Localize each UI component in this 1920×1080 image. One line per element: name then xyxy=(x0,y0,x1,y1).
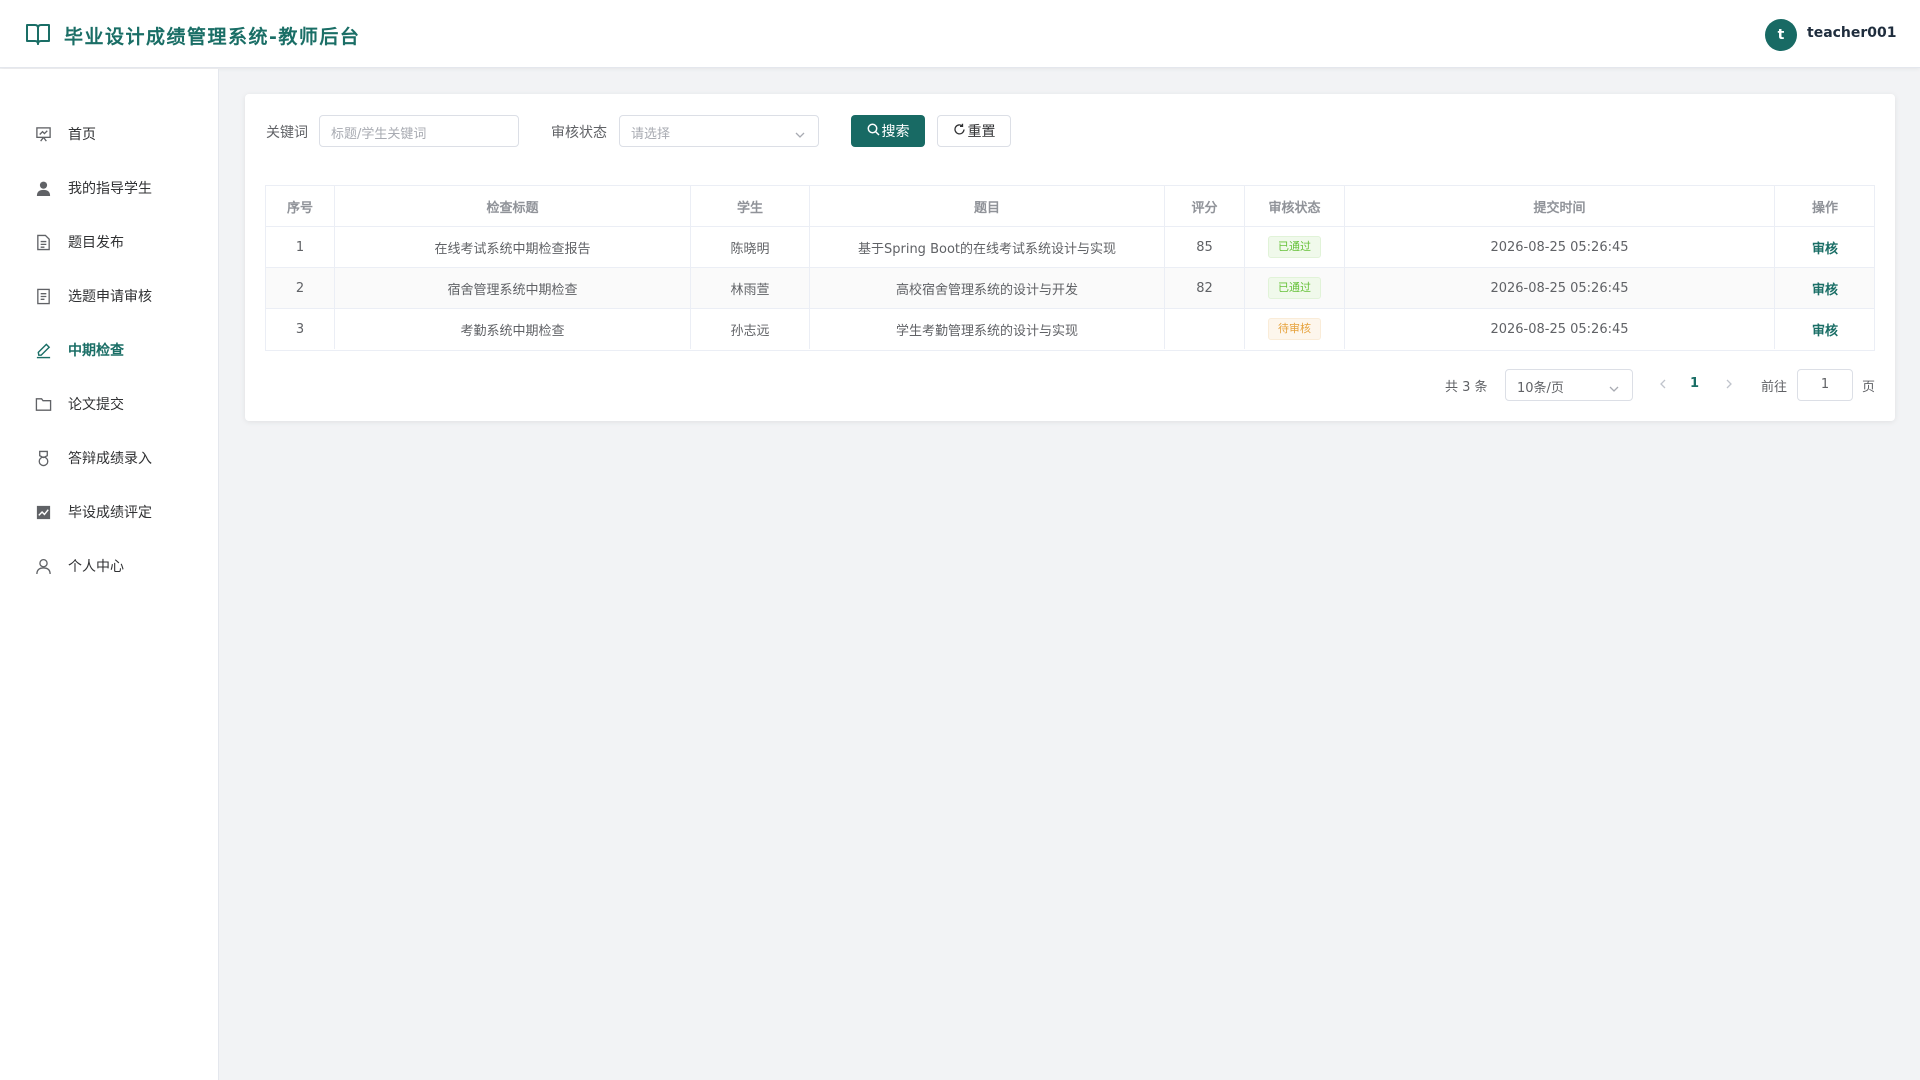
sidebar-item-label: 答辩成绩录入 xyxy=(68,451,152,467)
sidebar-item-midterm-check[interactable]: 中期检查 xyxy=(0,329,218,369)
keyword-input[interactable]: 标题/学生关键词 xyxy=(319,115,519,147)
sidebar-item-final-grade[interactable]: 毕设成绩评定 xyxy=(0,491,218,531)
cell-student: 陈晓明 xyxy=(691,227,810,267)
goto-label: 前往 xyxy=(1761,380,1788,395)
sidebar-item-label: 首页 xyxy=(68,127,96,143)
app-title: 毕业设计成绩管理系统-教师后台 xyxy=(64,26,361,48)
sidebar-item-label: 毕设成绩评定 xyxy=(68,505,152,521)
reset-button[interactable]: 重置 xyxy=(937,115,1011,147)
cell-time: 2026-08-25 05:26:45 xyxy=(1345,268,1775,308)
column-header: 检查标题 xyxy=(335,186,691,226)
trend-chart-icon xyxy=(34,503,52,521)
page-size-value: 10条/页 xyxy=(1517,381,1564,396)
user-filled-icon xyxy=(34,179,52,197)
cell-status: 已通过 xyxy=(1245,268,1345,308)
sidebar-item-label: 我的指导学生 xyxy=(68,181,152,197)
page-suffix: 页 xyxy=(1862,380,1876,395)
sidebar-item-defense-score[interactable]: 答辩成绩录入 xyxy=(0,437,218,477)
cell-action: 审核 xyxy=(1775,309,1875,349)
page-number-current[interactable]: 1 xyxy=(1690,376,1699,391)
sidebar-item-home[interactable]: 首页 xyxy=(0,113,218,153)
medal-icon xyxy=(34,449,52,467)
cell-index: 3 xyxy=(266,309,335,349)
keyword-placeholder: 标题/学生关键词 xyxy=(331,127,427,142)
cell-time: 2026-08-25 05:26:45 xyxy=(1345,227,1775,267)
cell-time: 2026-08-25 05:26:45 xyxy=(1345,309,1775,349)
sidebar-item-label: 中期检查 xyxy=(68,343,124,359)
top-header: 毕业设计成绩管理系统-教师后台 t teacher001 xyxy=(0,0,1920,68)
presentation-board-icon xyxy=(34,125,52,143)
column-header: 学生 xyxy=(691,186,810,226)
search-button[interactable]: 搜索 xyxy=(851,115,925,147)
sidebar-item-label: 题目发布 xyxy=(68,235,124,251)
cell-index: 2 xyxy=(266,268,335,308)
pagination-total: 共 3 条 xyxy=(1445,380,1488,395)
status-select[interactable]: 请选择 xyxy=(619,115,819,147)
cell-score: 85 xyxy=(1165,227,1245,267)
cell-index: 1 xyxy=(266,227,335,267)
cell-action: 审核 xyxy=(1775,227,1875,267)
column-header: 审核状态 xyxy=(1245,186,1345,226)
search-button-label: 搜索 xyxy=(881,124,910,140)
next-page-icon[interactable] xyxy=(1722,376,1736,392)
review-link[interactable]: 审核 xyxy=(1812,279,1838,298)
column-header: 题目 xyxy=(810,186,1165,226)
cell-status: 待审核 xyxy=(1245,309,1345,349)
column-header: 序号 xyxy=(266,186,335,226)
status-badge: 待审核 xyxy=(1268,318,1321,340)
sidebar-item-label: 选题申请审核 xyxy=(68,289,152,305)
cell-topic: 高校宿舍管理系统的设计与开发 xyxy=(810,268,1165,308)
sidebar-item-my-students[interactable]: 我的指导学生 xyxy=(0,167,218,207)
search-icon xyxy=(867,123,880,140)
pen-edit-icon xyxy=(34,341,52,359)
cell-title: 宿舍管理系统中期检查 xyxy=(335,268,691,308)
column-header: 操作 xyxy=(1811,200,1838,216)
cell-topic: 基于Spring Boot的在线考试系统设计与实现 xyxy=(810,227,1165,267)
cell-topic: 学生考勤管理系统的设计与实现 xyxy=(810,309,1165,349)
keyword-label: 关键词 xyxy=(266,125,308,141)
open-book-icon xyxy=(25,22,51,46)
sidebar-item-label: 个人中心 xyxy=(68,559,124,575)
cell-score xyxy=(1165,309,1245,349)
review-link[interactable]: 审核 xyxy=(1812,320,1838,339)
cell-score: 82 xyxy=(1165,268,1245,308)
midterm-check-table: 序号 检查标题 学生 题目 评分 审核状态 提交时间 操作 1 在线考试系统中期… xyxy=(265,185,1875,351)
table-row: 2 宿舍管理系统中期检查 林雨萱 高校宿舍管理系统的设计与开发 82 已通过 2… xyxy=(266,268,1874,309)
column-header: 评分 xyxy=(1165,186,1245,226)
cell-student: 孙志远 xyxy=(691,309,810,349)
document-checklist-icon xyxy=(34,287,52,305)
document-icon xyxy=(34,233,52,251)
status-label: 审核状态 xyxy=(551,125,607,141)
sidebar-item-label: 论文提交 xyxy=(68,397,124,413)
reset-button-label: 重置 xyxy=(967,124,996,140)
sidebar-item-topic-publish[interactable]: 题目发布 xyxy=(0,221,218,261)
status-placeholder: 请选择 xyxy=(631,127,671,142)
sidebar-item-selection-review[interactable]: 选题申请审核 xyxy=(0,275,218,315)
table-row: 1 在线考试系统中期检查报告 陈晓明 基于Spring Boot的在线考试系统设… xyxy=(266,227,1874,268)
sidebar-item-thesis-submit[interactable]: 论文提交 xyxy=(0,383,218,423)
cell-title: 考勤系统中期检查 xyxy=(335,309,691,349)
prev-page-icon[interactable] xyxy=(1656,376,1670,392)
status-badge: 已通过 xyxy=(1268,236,1321,258)
status-badge: 已通过 xyxy=(1268,277,1321,299)
user-icon xyxy=(34,557,52,575)
refresh-icon xyxy=(953,123,966,140)
review-link[interactable]: 审核 xyxy=(1812,238,1838,257)
folder-icon xyxy=(34,395,52,413)
sidebar-item-profile[interactable]: 个人中心 xyxy=(0,545,218,585)
cell-student: 林雨萱 xyxy=(691,268,810,308)
cell-action: 审核 xyxy=(1775,268,1875,308)
page-size-select[interactable]: 10条/页 xyxy=(1505,369,1633,401)
cell-title: 在线考试系统中期检查报告 xyxy=(335,227,691,267)
table-row: 3 考勤系统中期检查 孙志远 学生考勤管理系统的设计与实现 待审核 2026-0… xyxy=(266,309,1874,350)
sidebar: 首页 我的指导学生 题目发布 选题申请审核 中期检查 论文提交 答辩成绩录入 毕… xyxy=(0,69,219,1080)
column-header: 提交时间 xyxy=(1345,186,1775,226)
goto-page-input[interactable]: 1 xyxy=(1797,369,1853,401)
table-header-row: 序号 检查标题 学生 题目 评分 审核状态 提交时间 操作 xyxy=(266,186,1874,227)
chevron-down-icon xyxy=(794,126,806,138)
chevron-down-icon xyxy=(1608,380,1620,392)
avatar[interactable]: t xyxy=(1765,19,1797,51)
cell-status: 已通过 xyxy=(1245,227,1345,267)
username[interactable]: teacher001 xyxy=(1807,25,1897,41)
